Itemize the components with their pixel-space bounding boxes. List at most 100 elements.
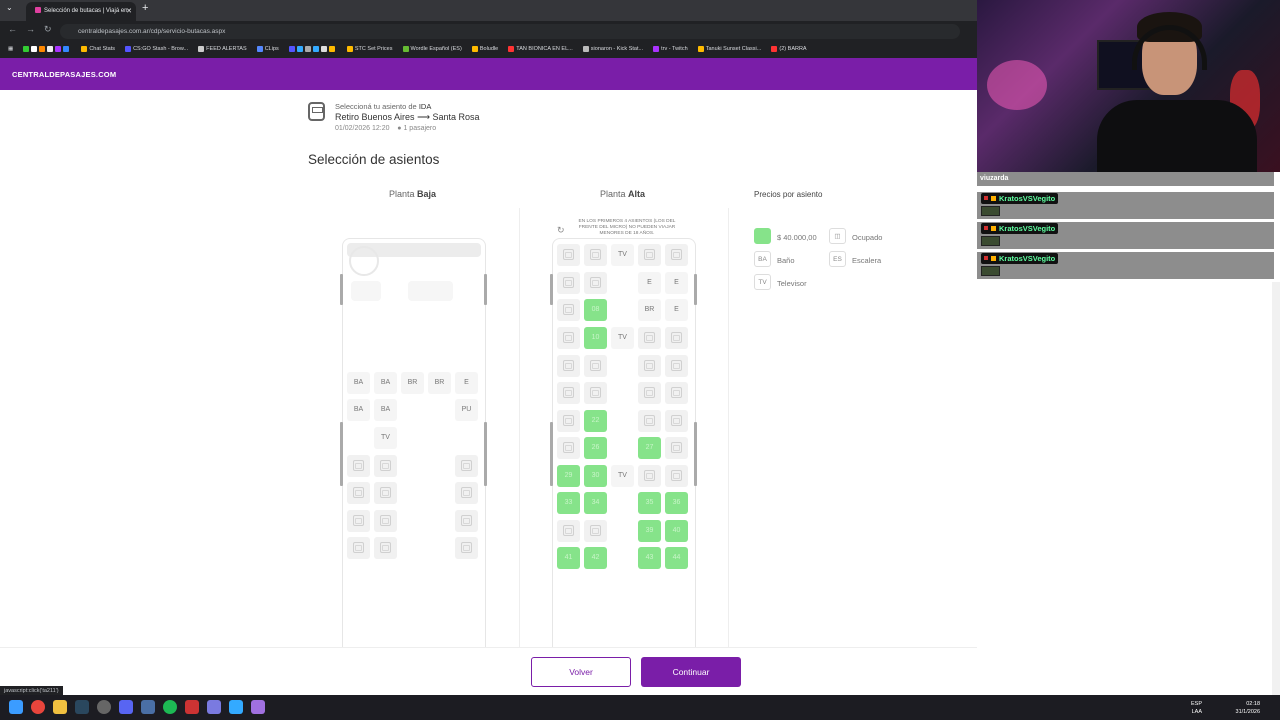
bookmark-item[interactable]: STC Set Prices <box>346 41 392 58</box>
facility-bathroom: BA <box>347 372 370 394</box>
seat-occupied <box>638 244 661 266</box>
back-icon[interactable]: ← <box>8 24 17 34</box>
seat-available[interactable]: 34 <box>584 492 607 514</box>
seat-available[interactable]: 10 <box>584 327 607 349</box>
seat-available[interactable]: 29 <box>557 465 580 487</box>
page-scrollbar[interactable] <box>1272 282 1280 695</box>
seat-occupied <box>638 465 661 487</box>
seat-available[interactable]: 36 <box>665 492 688 514</box>
bookmark-item[interactable]: TAN BIONICA EN EL... <box>508 41 573 58</box>
trip-route: Retiro Buenos Aires ⟶ Santa Rosa <box>335 112 480 122</box>
seat-available[interactable]: 43 <box>638 547 661 569</box>
language-variant: LAA <box>1191 709 1202 715</box>
trip-direction: Seleccioná tu asiento de IDA <box>335 102 432 111</box>
seat-occupied <box>584 382 607 404</box>
steam-icon[interactable] <box>75 700 89 714</box>
bookmark-item[interactable]: trv - Twitch <box>653 41 688 58</box>
new-tab-icon[interactable]: + <box>142 2 148 14</box>
legend-tv-label: Televisor <box>777 279 807 288</box>
seat-available[interactable]: 35 <box>638 492 661 514</box>
reload-icon[interactable]: ↻ <box>44 24 52 35</box>
url-field[interactable]: centraldepasajes.com.ar/cdp/servicio-but… <box>60 24 960 39</box>
seat-occupied <box>665 244 688 266</box>
file-explorer-icon[interactable] <box>53 700 67 714</box>
facility-bathroom: BA <box>374 399 397 421</box>
legend-available-swatch <box>754 228 771 244</box>
seat-occupied <box>665 382 688 404</box>
page-title: Selección de asientos <box>308 152 440 167</box>
back-button[interactable]: Volver <box>531 657 631 687</box>
continue-button[interactable]: Continuar <box>641 657 741 687</box>
legend-price: $ 40.000,00 <box>777 233 817 242</box>
bookmark-shortcut-icons[interactable] <box>288 41 337 58</box>
bookmark-item[interactable]: CS:GO Stash - Brow... <box>125 41 188 58</box>
seat-available[interactable]: 42 <box>584 547 607 569</box>
forward-icon[interactable]: → <box>26 24 35 34</box>
bookmark-item[interactable]: Boludle <box>471 41 498 58</box>
seat-available[interactable]: 44 <box>665 547 688 569</box>
person-icon: ● <box>397 125 402 132</box>
facility-luggage: BR <box>638 299 661 321</box>
seat-occupied <box>374 482 397 504</box>
discord-icon[interactable] <box>119 700 133 714</box>
chat-username: KratosVSVegito <box>981 193 1059 204</box>
seat-occupied <box>665 410 688 432</box>
tab-title: Selección de butacas | Viajá en <box>44 8 128 14</box>
seat-occupied <box>638 355 661 377</box>
bus-rail <box>550 274 553 305</box>
legend-ba-label: Baño <box>777 256 795 265</box>
seat-available[interactable]: 39 <box>638 520 661 542</box>
site-logo[interactable]: CENTRALDEPASAJES.COM <box>12 70 116 79</box>
language-indicator[interactable]: ESP <box>1191 700 1202 708</box>
seat-occupied <box>584 244 607 266</box>
bookmark-item[interactable]: Chat Stats <box>81 41 115 58</box>
bookmark-item[interactable]: sionaron - Kick Stat... <box>582 41 643 58</box>
facility-stairs: E <box>638 272 661 294</box>
app-icon[interactable] <box>185 700 199 714</box>
seat-occupied <box>665 327 688 349</box>
legend-ba-code: BA <box>754 251 771 267</box>
app-icon[interactable] <box>229 700 243 714</box>
bookmark-item[interactable]: Tanuki Sunset Classi... <box>697 41 761 58</box>
app-icon[interactable] <box>141 700 155 714</box>
trip-details: 01/02/2026 12:20 ● 1 pasajero <box>335 125 437 132</box>
seat-available[interactable]: 26 <box>584 437 607 459</box>
seat-occupied <box>455 537 478 559</box>
seat-occupied <box>638 327 661 349</box>
bookmark-item[interactable]: CLips <box>256 41 279 58</box>
emote-icon <box>981 206 1000 216</box>
chat-username: KratosVSVegito <box>981 253 1059 264</box>
seat-available[interactable]: 33 <box>557 492 580 514</box>
chat-username: KratosVSVegito <box>981 223 1059 234</box>
seat-occupied <box>638 410 661 432</box>
app-icon[interactable] <box>251 700 265 714</box>
bookmark-item[interactable]: Wordle Español (ES) <box>402 41 462 58</box>
seat-occupied <box>374 537 397 559</box>
rotate-icon: ↻ <box>557 225 565 235</box>
seat-occupied <box>557 382 580 404</box>
browser-tab[interactable]: Selección de butacas | Viajá en ✕ <box>26 2 136 21</box>
seat-available[interactable]: 41 <box>557 547 580 569</box>
windows-start-icon[interactable] <box>9 700 23 714</box>
legend-es-code: ES <box>829 251 846 267</box>
app-icon[interactable] <box>207 700 221 714</box>
bookmark-item[interactable]: (2) BARRA <box>771 41 807 58</box>
seat-occupied <box>584 520 607 542</box>
bookmark-shortcut-icons[interactable] <box>23 41 71 58</box>
bookmark-item[interactable]: FEED ALERTAS <box>198 41 247 58</box>
seat-available[interactable]: 22 <box>584 410 607 432</box>
spotify-icon[interactable] <box>163 700 177 714</box>
close-tab-icon[interactable]: ✕ <box>126 2 132 21</box>
seat-available[interactable]: 08 <box>584 299 607 321</box>
app-icon[interactable] <box>97 700 111 714</box>
apps-icon[interactable]: ▦ <box>8 41 13 58</box>
tab-search-icon[interactable]: ⌄ <box>6 3 13 12</box>
chrome-icon[interactable] <box>31 700 45 714</box>
seat-available[interactable]: 30 <box>584 465 607 487</box>
seat-available[interactable]: 40 <box>665 520 688 542</box>
facility-bathroom: BA <box>347 399 370 421</box>
seat-occupied <box>557 355 580 377</box>
seat-available[interactable]: 27 <box>638 437 661 459</box>
seat-occupied <box>638 382 661 404</box>
bus-rail <box>550 422 553 486</box>
